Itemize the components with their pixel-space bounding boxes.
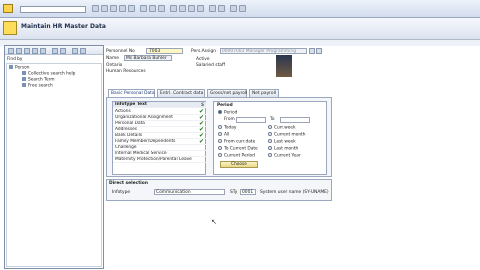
infotype-list: Infotype Text S Actions ✔ Organizational A… [112,101,206,175]
refresh-icon[interactable] [72,48,78,54]
dropdown-icon[interactable] [309,48,315,54]
radio-last-week[interactable]: Last week [268,139,296,145]
name-value: Ms Barbara Buhler [126,56,167,61]
pers-assign-label: Pers.Assign [191,49,217,54]
next-page-icon[interactable] [188,5,195,12]
tab-net-payroll[interactable]: Net payroll [249,89,279,97]
tree-node-free-search[interactable]: Free search [22,83,53,89]
last-page-icon[interactable] [197,5,204,12]
direct-selection-title: Direct selection [109,181,148,186]
radio-current-month[interactable]: Current month [268,132,305,138]
new-session-icon[interactable] [209,5,216,12]
tab-contract-data[interactable]: Entrl. Contract data [157,89,205,97]
exit-icon[interactable] [119,5,126,12]
to-date-input[interactable] [280,117,310,123]
radio-period[interactable]: Period [218,110,237,116]
radio-current-period[interactable]: Current Period [218,153,255,159]
name-label: Name [106,56,119,61]
from-label: From [224,117,235,122]
personnel-no-label: Personnel No [106,49,135,54]
pers-assign-value: 00007003 Manager Programming [222,49,296,54]
settings-icon[interactable] [80,48,86,54]
sap-menu-icon[interactable] [3,4,13,13]
reload-icon[interactable] [316,48,322,54]
employment-status: Active [196,57,210,62]
radio-from-curr-date[interactable]: From curr.date [218,139,255,145]
search-help-icon [22,71,26,75]
find-icon[interactable] [149,5,156,12]
radio-last-month[interactable]: Last month [268,146,298,152]
employee-photo [276,55,292,77]
previous-page-icon[interactable] [179,5,186,12]
detail-icon[interactable] [40,48,46,54]
back-nav-icon[interactable] [16,48,22,54]
header-line-4: Human Resources [106,69,146,74]
sty-label: STy [230,190,238,195]
radio-to-current-date[interactable]: To Current Date [218,146,258,152]
tab-basic-personal-data[interactable]: Basic Personal Data [108,89,155,97]
print-icon[interactable] [140,5,147,12]
find-by-tree [6,63,102,267]
infotype-row[interactable]: Maternity Protection/Parental Leave [113,157,206,163]
from-date-input[interactable] [236,117,266,123]
radio-curr-week[interactable]: Curr.week [268,125,295,131]
select-icon[interactable] [32,48,38,54]
mouse-cursor-icon: ↖ [211,218,217,226]
command-field[interactable] [20,6,86,13]
radio-selected-icon [218,110,222,114]
employee-group: Salaried staff [196,63,226,68]
find-next-icon[interactable] [158,5,165,12]
find-by-label: Find by [7,57,23,62]
tree-node-collective-search[interactable]: Collective search help [22,71,75,77]
infotype-value: Communication [156,190,191,195]
infotype-label: Infotype [112,190,131,195]
sort-icon[interactable] [60,48,66,54]
back-icon[interactable] [110,5,117,12]
radio-today[interactable]: Today [218,125,236,131]
radio-all[interactable]: All [218,132,229,138]
status-column-icon: S [201,102,204,107]
radio-current-year[interactable]: Current Year [268,153,301,159]
page-title: Maintain HR Master Data [21,23,106,30]
enter-icon[interactable] [92,5,99,12]
header-line-3: Ontario [106,63,123,68]
hide-icon[interactable] [8,48,14,54]
filter-icon[interactable] [52,48,58,54]
sty-value: 0001 [242,190,254,195]
tree-node-person[interactable]: Person [9,65,29,71]
sty-text: System user name (SY-UNAME) [260,190,329,195]
tree-node-search-term[interactable]: Search Term [22,77,55,83]
shortcut-icon[interactable] [218,5,225,12]
layout-icon[interactable] [239,5,246,12]
tab-gross-net-payroll[interactable]: Gross/net payroll [207,89,247,97]
folder-icon [9,65,13,69]
cancel-icon[interactable] [128,5,135,12]
to-label: To [270,117,275,122]
period-title: Period [217,103,233,108]
search-help-icon [22,77,26,81]
period-box: Period Period From To Today All From cur… [213,101,327,175]
search-help-icon [22,83,26,87]
choose-button[interactable]: Choose [220,161,258,168]
forward-nav-icon[interactable] [24,48,30,54]
save-icon[interactable] [101,5,108,12]
help-icon[interactable] [230,5,237,12]
first-page-icon[interactable] [170,5,177,12]
infotype-list-header: Infotype Text S [113,102,206,108]
personnel-no-value: 7003 [149,49,161,54]
sap-logo-icon [3,21,17,35]
